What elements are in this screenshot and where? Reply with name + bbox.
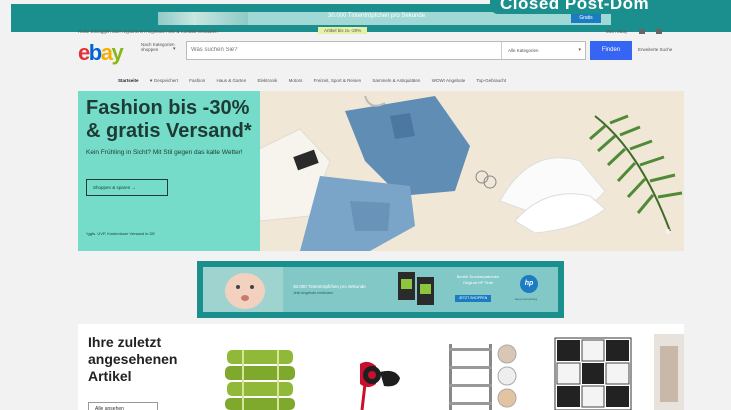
view-all-button[interactable]: Alle ansehen — [88, 402, 158, 410]
hp-ad-banner[interactable]: 30.000 Tintentröpfchen pro Sekunde Jetzt… — [197, 261, 564, 318]
nav-item-electronics[interactable]: Elektronik — [258, 78, 278, 83]
hero-image — [254, 91, 684, 251]
closed-post-dom-label: Closed Post-Dom — [500, 0, 650, 13]
hero-subtitle: Kein Frühling in Sicht? Mit Stil gegen d… — [86, 149, 243, 156]
top-ad-cta-button[interactable]: Gratis — [571, 14, 601, 23]
ad-illustration — [203, 267, 434, 312]
logo-letter-b: b — [88, 40, 102, 65]
recently-viewed-title: Ihre zuletzt angesehenen Artikel — [88, 334, 178, 384]
top-ad-message: 30.000 Tintentröpfchen pro Sekunde — [328, 13, 426, 19]
cart-icon[interactable] — [655, 29, 662, 35]
utility-bar: Hallo! Einloggen oder registrieren Angeb… — [78, 27, 688, 37]
logo-letter-y: y — [111, 40, 123, 65]
hp-tagline: keep reinventing — [515, 297, 538, 301]
hp-logo-icon: hp — [520, 275, 538, 293]
my-ebay-link[interactable]: Mein eBay — [606, 29, 627, 34]
category-dropdown[interactable]: Nach Kategorien shoppen ▾ — [141, 42, 181, 58]
nav-item-leisure[interactable]: Freizeit, Sport & Reisen — [314, 78, 362, 83]
nav-item-collectibles[interactable]: Sammeln & Antiquitäten — [372, 78, 420, 83]
hero-text-panel: Fashion bis -30% & gratis Versand* Kein … — [78, 91, 260, 251]
utility-promo[interactable]: Artikel bis zu -20% — [318, 27, 368, 34]
search-bar[interactable]: Alle Kategorien ▾ — [186, 41, 586, 60]
product-thumb-cube-storage[interactable] — [553, 336, 633, 410]
nav-item-fashion[interactable]: Fashion — [189, 78, 205, 83]
category-dropdown-label: Nach Kategorien shoppen — [141, 42, 175, 52]
pause-icon[interactable]: II — [666, 229, 678, 241]
category-nav: Startseite ♥ Gespeichert Fashion Haus & … — [118, 78, 516, 83]
ad-cta-button[interactable]: JETZT SHOPPEN — [455, 295, 491, 302]
hero-shop-button[interactable]: Shoppen & sparen → — [86, 179, 168, 196]
search-category-select[interactable]: Alle Kategorien ▾ — [501, 42, 587, 59]
hero-footnote: *ggfs. UVP, Kostenloser Versand in DE — [86, 231, 156, 236]
product-thumb-shelf[interactable] — [443, 344, 518, 410]
nav-item-deals[interactable]: WOW! Angebote — [432, 78, 466, 83]
product-thumb-earphones[interactable] — [340, 344, 415, 410]
nav-item-home[interactable]: Startseite — [118, 78, 139, 83]
find-button[interactable]: Finden — [590, 41, 632, 60]
nav-item-used[interactable]: Top-Gebraucht — [476, 78, 506, 83]
hp-ad-content[interactable]: 30.000 Tintentröpfchen pro Sekunde Jetzt… — [203, 267, 558, 312]
ebay-logo[interactable]: ebay — [78, 40, 124, 66]
hero-title: Fashion bis -30% & gratis Versand* — [86, 97, 252, 142]
product-thumb-partial[interactable] — [654, 334, 684, 410]
chevron-down-icon: ▾ — [578, 47, 581, 53]
product-thumb-towels[interactable] — [223, 344, 298, 410]
logo-letter-e: e — [78, 40, 90, 65]
utility-links[interactable]: Hallo! Einloggen oder registrieren Angeb… — [78, 29, 218, 34]
hero-banner[interactable]: Fashion bis -30% & gratis Versand* Kein … — [78, 91, 684, 251]
utility-right: Mein eBay — [606, 29, 662, 35]
bell-icon[interactable] — [638, 29, 645, 35]
ad-subline: Jetzt Angebote entdecken — [293, 291, 334, 295]
logo-letter-a: a — [100, 40, 113, 65]
ad-product-text: Bereit! Druckerpatronen Original HP Tint… — [456, 274, 500, 285]
search-category-label: Alle Kategorien — [508, 48, 539, 53]
baby-image — [158, 12, 248, 25]
nav-item-home-garden[interactable]: Haus & Garten — [217, 78, 247, 83]
chevron-down-icon: ▾ — [173, 46, 176, 52]
fashion-items-illustration — [254, 95, 683, 251]
nav-item-motors[interactable]: Motors — [289, 78, 303, 83]
nav-item-saved[interactable]: ♥ Gespeichert — [150, 78, 178, 83]
ad-headline: 30.000 Tintentröpfchen pro Sekunde — [293, 284, 366, 289]
advanced-search-link[interactable]: Erweiterte Suche — [638, 47, 672, 52]
recently-viewed-section: Ihre zuletzt angesehenen Artikel Alle an… — [78, 324, 684, 410]
search-input[interactable] — [191, 47, 491, 53]
